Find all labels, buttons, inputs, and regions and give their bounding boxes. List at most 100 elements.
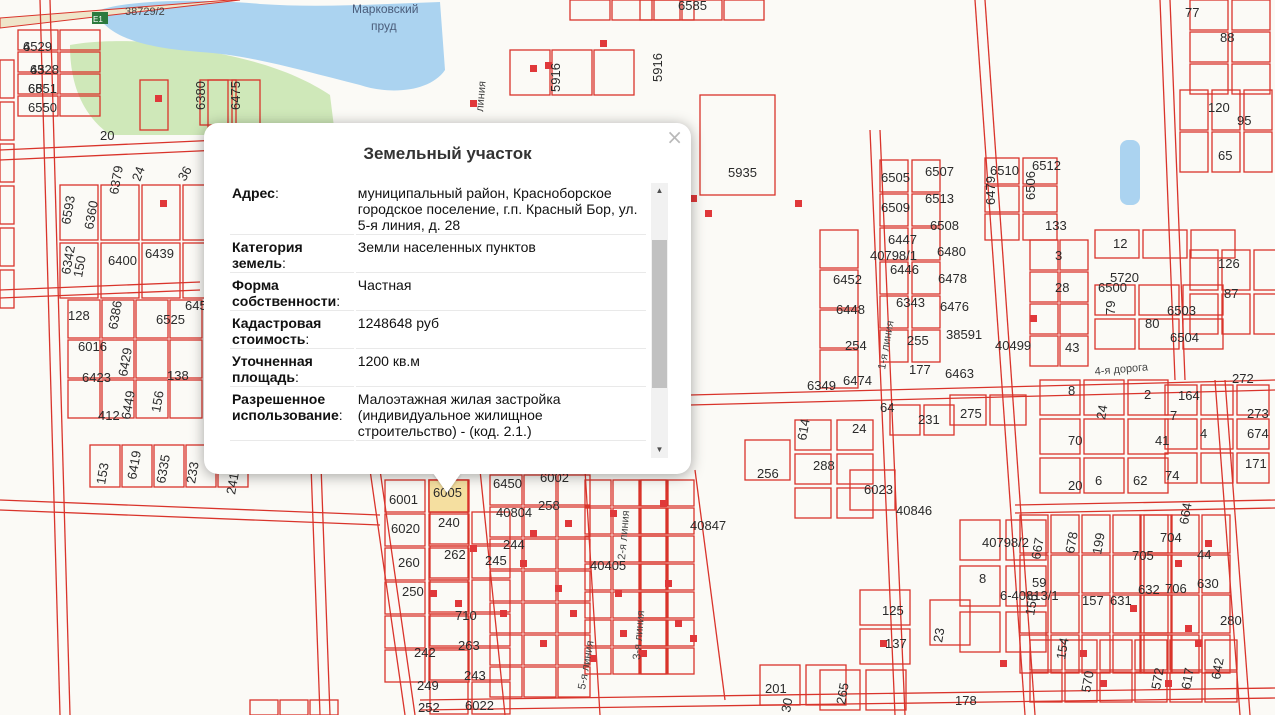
parcel[interactable] [523,634,557,666]
parcel[interactable] [67,379,101,419]
parcel[interactable] [141,184,181,241]
parcel[interactable] [1029,335,1059,367]
building[interactable] [660,500,667,507]
building[interactable] [795,200,802,207]
parcel[interactable] [1189,249,1219,291]
parcel[interactable] [1094,318,1136,350]
parcel[interactable] [489,570,523,602]
parcel[interactable] [0,101,15,141]
scroll-up-icon[interactable]: ▲ [651,183,668,199]
parcel[interactable] [1081,554,1111,594]
parcel[interactable] [1112,634,1142,674]
parcel[interactable] [1190,229,1236,259]
building[interactable] [470,545,477,552]
parcel[interactable] [819,229,859,269]
building[interactable] [1165,680,1172,687]
building[interactable] [430,590,437,597]
parcel[interactable] [836,453,874,485]
parcel[interactable] [1253,249,1275,291]
building[interactable] [530,65,537,72]
parcel[interactable] [169,379,203,419]
parcel[interactable] [523,602,557,634]
parcel[interactable] [279,699,309,715]
parcel[interactable] [523,538,557,570]
parcel[interactable] [612,479,640,507]
building[interactable] [1000,660,1007,667]
parcel[interactable] [1099,639,1133,671]
building[interactable] [160,200,167,207]
parcel[interactable] [1059,239,1089,271]
building[interactable] [520,560,527,567]
building[interactable] [1185,625,1192,632]
building[interactable] [615,590,622,597]
building[interactable] [600,40,607,47]
building[interactable] [690,635,697,642]
scroll-down-icon[interactable]: ▼ [651,442,668,458]
parcel[interactable] [667,479,695,507]
parcel[interactable] [640,535,668,563]
parcel[interactable] [489,634,523,666]
parcel[interactable] [1243,131,1273,173]
popup-content[interactable]: Адрес: муниципальный район, Красноборское… [228,181,668,457]
parcel[interactable] [1253,293,1275,335]
building[interactable] [155,95,162,102]
parcel[interactable] [639,563,667,591]
parcel[interactable] [640,507,668,535]
parcel[interactable] [593,49,635,96]
parcel[interactable] [1029,671,1063,703]
parcel[interactable] [569,0,611,21]
building[interactable] [675,620,682,627]
building[interactable] [530,530,537,537]
building[interactable] [1195,640,1202,647]
parcel[interactable] [523,666,557,698]
building[interactable] [555,585,562,592]
building[interactable] [570,610,577,617]
parcel[interactable] [699,94,776,196]
building[interactable] [540,640,547,647]
parcel[interactable] [667,535,695,563]
parcel[interactable] [1231,0,1271,31]
parcel[interactable] [0,59,15,99]
parcel[interactable] [1029,271,1059,303]
scroll-thumb[interactable] [652,240,667,388]
parcel[interactable] [509,49,551,96]
parcel[interactable] [471,579,511,613]
building[interactable] [690,195,697,202]
parcel[interactable] [611,0,653,21]
parcel[interactable] [639,507,667,535]
building[interactable] [665,580,672,587]
parcel[interactable] [1231,31,1271,63]
parcel[interactable] [584,591,612,619]
parcel[interactable] [135,339,169,379]
building[interactable] [565,520,572,527]
parcel[interactable] [1083,418,1125,455]
parcel[interactable] [100,242,140,299]
building[interactable] [620,630,627,637]
parcel[interactable] [1019,634,1049,674]
parcel[interactable] [723,0,765,21]
building[interactable] [500,610,507,617]
parcel[interactable] [667,647,695,675]
parcel[interactable] [1164,418,1198,450]
parcel[interactable] [1029,239,1059,271]
building[interactable] [1175,560,1182,567]
parcel[interactable] [1179,131,1209,173]
parcel[interactable] [1200,452,1234,484]
parcel[interactable] [889,404,921,436]
parcel[interactable] [639,535,667,563]
parcel[interactable] [959,611,1001,653]
popup-scrollbar[interactable]: ▲ ▼ [651,183,668,458]
parcel[interactable] [1059,303,1089,335]
parcel[interactable] [1179,89,1209,131]
building[interactable] [1080,650,1087,657]
building[interactable] [1205,540,1212,547]
parcel[interactable] [639,0,681,21]
parcel[interactable] [249,699,279,715]
parcel[interactable] [523,570,557,602]
parcel[interactable] [0,185,15,225]
parcel[interactable] [794,487,832,519]
parcel[interactable] [1083,457,1125,494]
parcel[interactable] [989,394,1027,426]
building[interactable] [610,510,617,517]
building[interactable] [1100,680,1107,687]
